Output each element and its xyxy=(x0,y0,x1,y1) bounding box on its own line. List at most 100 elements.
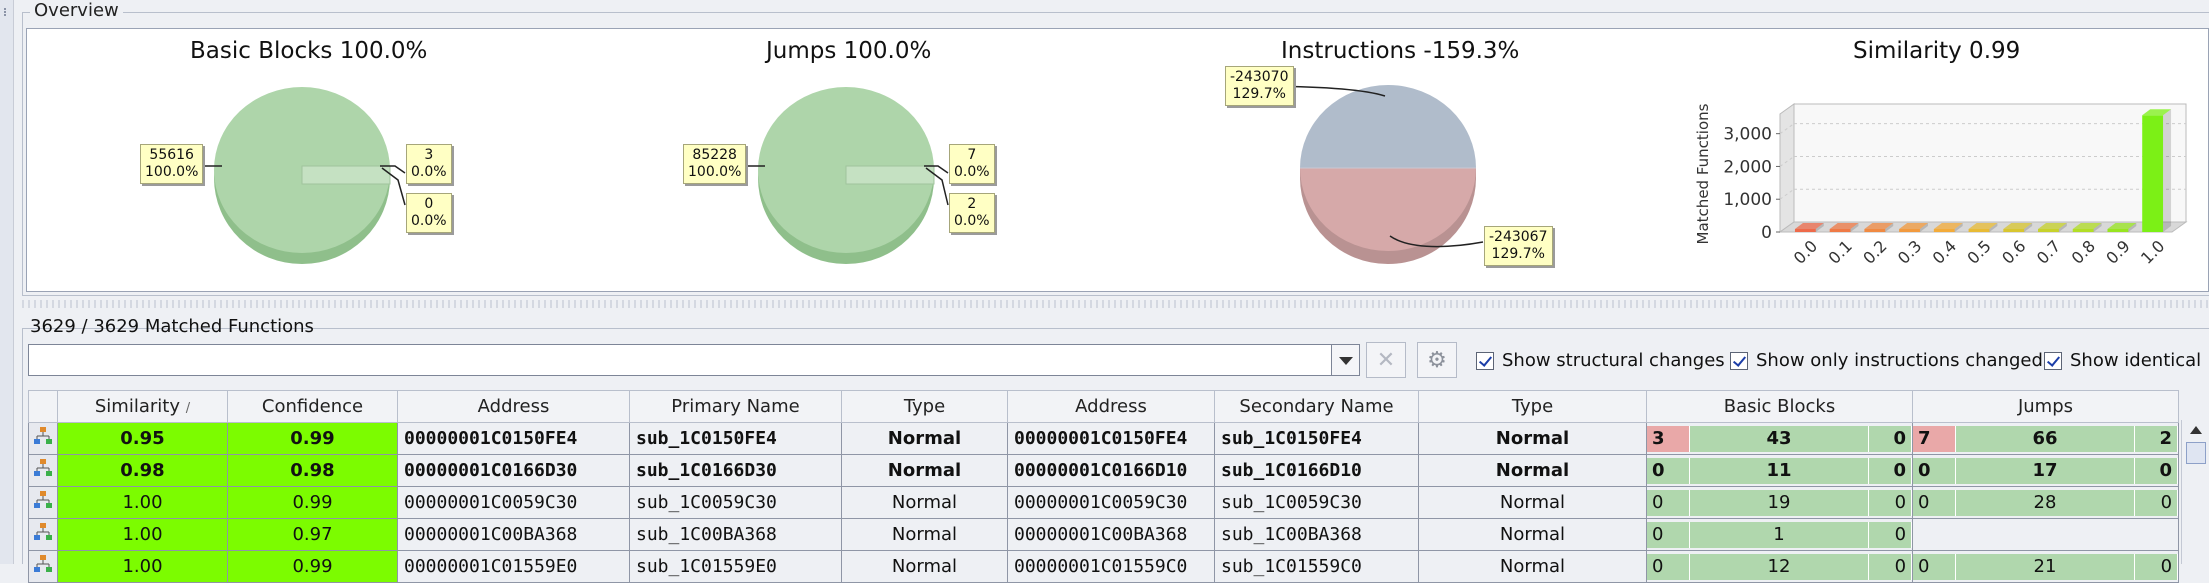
column-header-jumps[interactable]: Jumps xyxy=(1912,390,2179,423)
similarity-cell: 0.98 xyxy=(57,454,228,487)
matched-count: 17 xyxy=(1956,457,2135,484)
checkbox-checked-icon[interactable] xyxy=(1730,351,1748,370)
secondary-address-cell: 00000001C0166D10 xyxy=(1007,454,1215,487)
table-row[interactable]: 1.00 0.99 00000001C01559E0 sub_1C01559E0 Nor… xyxy=(28,550,2179,583)
header-label: Similarity xyxy=(94,396,180,417)
callout-value: 7 xyxy=(967,147,977,163)
show-identical-checkbox[interactable]: Show identical xyxy=(2044,350,2201,371)
column-header-secondary-type[interactable]: Type xyxy=(1418,390,1647,423)
callout-value: 0 xyxy=(424,196,434,212)
primary-type-cell: Normal xyxy=(841,454,1008,487)
column-header-primary-name[interactable]: Primary Name xyxy=(629,390,842,423)
matched-count: 19 xyxy=(1690,489,1869,516)
secondary-only-count: 0 xyxy=(1868,425,1912,452)
gear-icon: ⚙ xyxy=(1427,347,1447,373)
basic-blocks-pie xyxy=(205,87,406,264)
callout-percent: 0.0% xyxy=(411,164,447,180)
x-tick-label: 1.0 xyxy=(2137,236,2168,267)
secondary-type-cell: Normal xyxy=(1418,454,1647,487)
secondary-only-count: 2 xyxy=(2134,425,2178,452)
confidence-cell: 0.99 xyxy=(227,550,398,583)
histogram-bar xyxy=(1829,229,1851,232)
primary-only-count: 7 xyxy=(1913,425,1957,452)
secondary-address-cell: 00000001C0150FE4 xyxy=(1007,422,1215,455)
x-tick-label: 0.0 xyxy=(1790,236,1821,267)
row-flowgraph-icon xyxy=(28,518,58,551)
secondary-only-count: 0 xyxy=(1868,521,1912,548)
secondary-address-cell: 00000001C00BA368 xyxy=(1007,518,1215,551)
confidence-cell: 0.97 xyxy=(227,518,398,551)
table-row[interactable]: 0.98 0.98 00000001C0166D30 sub_1C0166D30 Nor… xyxy=(28,454,2179,487)
basic-blocks-callout-secondary: 0 0.0% xyxy=(406,193,452,233)
secondary-name-cell: sub_1C0150FE4 xyxy=(1214,422,1419,455)
secondary-name-cell: sub_1C0059C30 xyxy=(1214,486,1419,519)
column-header-secondary-name[interactable]: Secondary Name xyxy=(1214,390,1419,423)
callout-percent: 129.7% xyxy=(1232,86,1286,102)
secondary-name-cell: sub_1C01559C0 xyxy=(1214,550,1419,583)
panel-splitter[interactable] xyxy=(22,300,2209,308)
column-header-primary-address[interactable]: Address xyxy=(397,390,630,423)
jumps-cell: 0 28 0 xyxy=(1912,486,2179,519)
table-row[interactable]: 0.95 0.99 00000001C0150FE4 sub_1C0150FE4 Nor… xyxy=(28,422,2179,455)
histogram-bar xyxy=(2038,229,2059,232)
table-row[interactable]: 1.00 0.97 00000001C00BA368 sub_1C00BA368 Nor… xyxy=(28,518,2179,551)
row-flowgraph-icon xyxy=(28,454,58,487)
show-only-instructions-changed-checkbox[interactable]: Show only instructions changed xyxy=(1730,350,2043,371)
table-row[interactable]: 1.00 0.99 00000001C0059C30 sub_1C0059C30 Nor… xyxy=(28,486,2179,519)
basic-blocks-callout-matched: 55616 100.0% xyxy=(140,144,204,184)
callout-percent: 100.0% xyxy=(688,164,742,180)
secondary-type-cell: Normal xyxy=(1418,518,1647,551)
matched-count: 43 xyxy=(1690,425,1869,452)
scroll-thumb[interactable] xyxy=(2186,442,2206,464)
flowgraph-icon xyxy=(34,555,52,572)
jumps-callout-secondary: 2 0.0% xyxy=(949,193,995,233)
basic-blocks-callout-primary: 3 0.0% xyxy=(406,144,452,184)
checkbox-checked-icon[interactable] xyxy=(2044,351,2062,370)
checkbox-label: Show structural changes xyxy=(1502,350,1725,371)
column-header-icon xyxy=(28,390,58,423)
primary-name-cell: sub_1C0150FE4 xyxy=(629,422,842,455)
primary-address-cell: 00000001C0059C30 xyxy=(397,486,630,519)
filter-history-dropdown[interactable] xyxy=(1332,344,1360,376)
secondary-name-cell: sub_1C0166D10 xyxy=(1214,454,1419,487)
show-structural-changes-checkbox[interactable]: Show structural changes xyxy=(1476,350,1725,371)
primary-address-cell: 00000001C0150FE4 xyxy=(397,422,630,455)
column-header-primary-type[interactable]: Type xyxy=(841,390,1008,423)
secondary-type-cell: Normal xyxy=(1418,422,1647,455)
histogram-bar-side xyxy=(2163,109,2172,232)
callout-value: 2 xyxy=(967,196,977,212)
clear-x-icon: ✕ xyxy=(1376,347,1396,373)
histogram-bar xyxy=(2107,229,2129,232)
similarity-cell: 1.00 xyxy=(57,486,228,519)
filter-input[interactable] xyxy=(28,344,1332,376)
y-tick-label: 0 xyxy=(1761,223,1772,243)
x-tick-label: 0.7 xyxy=(2033,236,2064,267)
matched-count: 12 xyxy=(1690,553,1869,580)
scroll-up-arrow-icon[interactable] xyxy=(2190,426,2202,434)
table-vertical-scrollbar[interactable] xyxy=(2181,420,2209,564)
filter-settings-button[interactable]: ⚙ xyxy=(1417,342,1457,378)
primary-only-count: 0 xyxy=(1647,489,1691,516)
secondary-only-count: 0 xyxy=(2134,457,2178,484)
matched-count: 11 xyxy=(1690,457,1869,484)
primary-only-count: 0 xyxy=(1647,457,1691,484)
jumps-cell: 0 17 0 xyxy=(1912,454,2179,487)
secondary-only-count: 0 xyxy=(1868,489,1912,516)
column-header-similarity[interactable]: Similarity / xyxy=(57,390,228,423)
callout-percent: 0.0% xyxy=(411,213,447,229)
x-tick-label: 0.1 xyxy=(1824,236,1855,267)
clear-filter-button[interactable]: ✕ xyxy=(1366,342,1406,378)
column-header-confidence[interactable]: Confidence xyxy=(227,390,398,423)
primary-address-cell: 00000001C0166D30 xyxy=(397,454,630,487)
chart-back-wall xyxy=(1793,103,2187,223)
histogram-bar xyxy=(1933,229,1955,232)
x-tick-label: 0.3 xyxy=(1894,236,1925,267)
callout-percent: 0.0% xyxy=(954,213,990,229)
similarity-histogram: 01,0002,0003,000Matched Functions0.0 0.1 0… xyxy=(1694,103,2188,268)
column-header-basic-blocks[interactable]: Basic Blocks xyxy=(1646,390,1913,423)
checkbox-checked-icon[interactable] xyxy=(1476,351,1494,370)
histogram-bar xyxy=(2142,115,2164,232)
primary-only-count: 3 xyxy=(1647,425,1691,452)
column-header-secondary-address[interactable]: Address xyxy=(1007,390,1215,423)
primary-type-cell: Normal xyxy=(841,550,1008,583)
